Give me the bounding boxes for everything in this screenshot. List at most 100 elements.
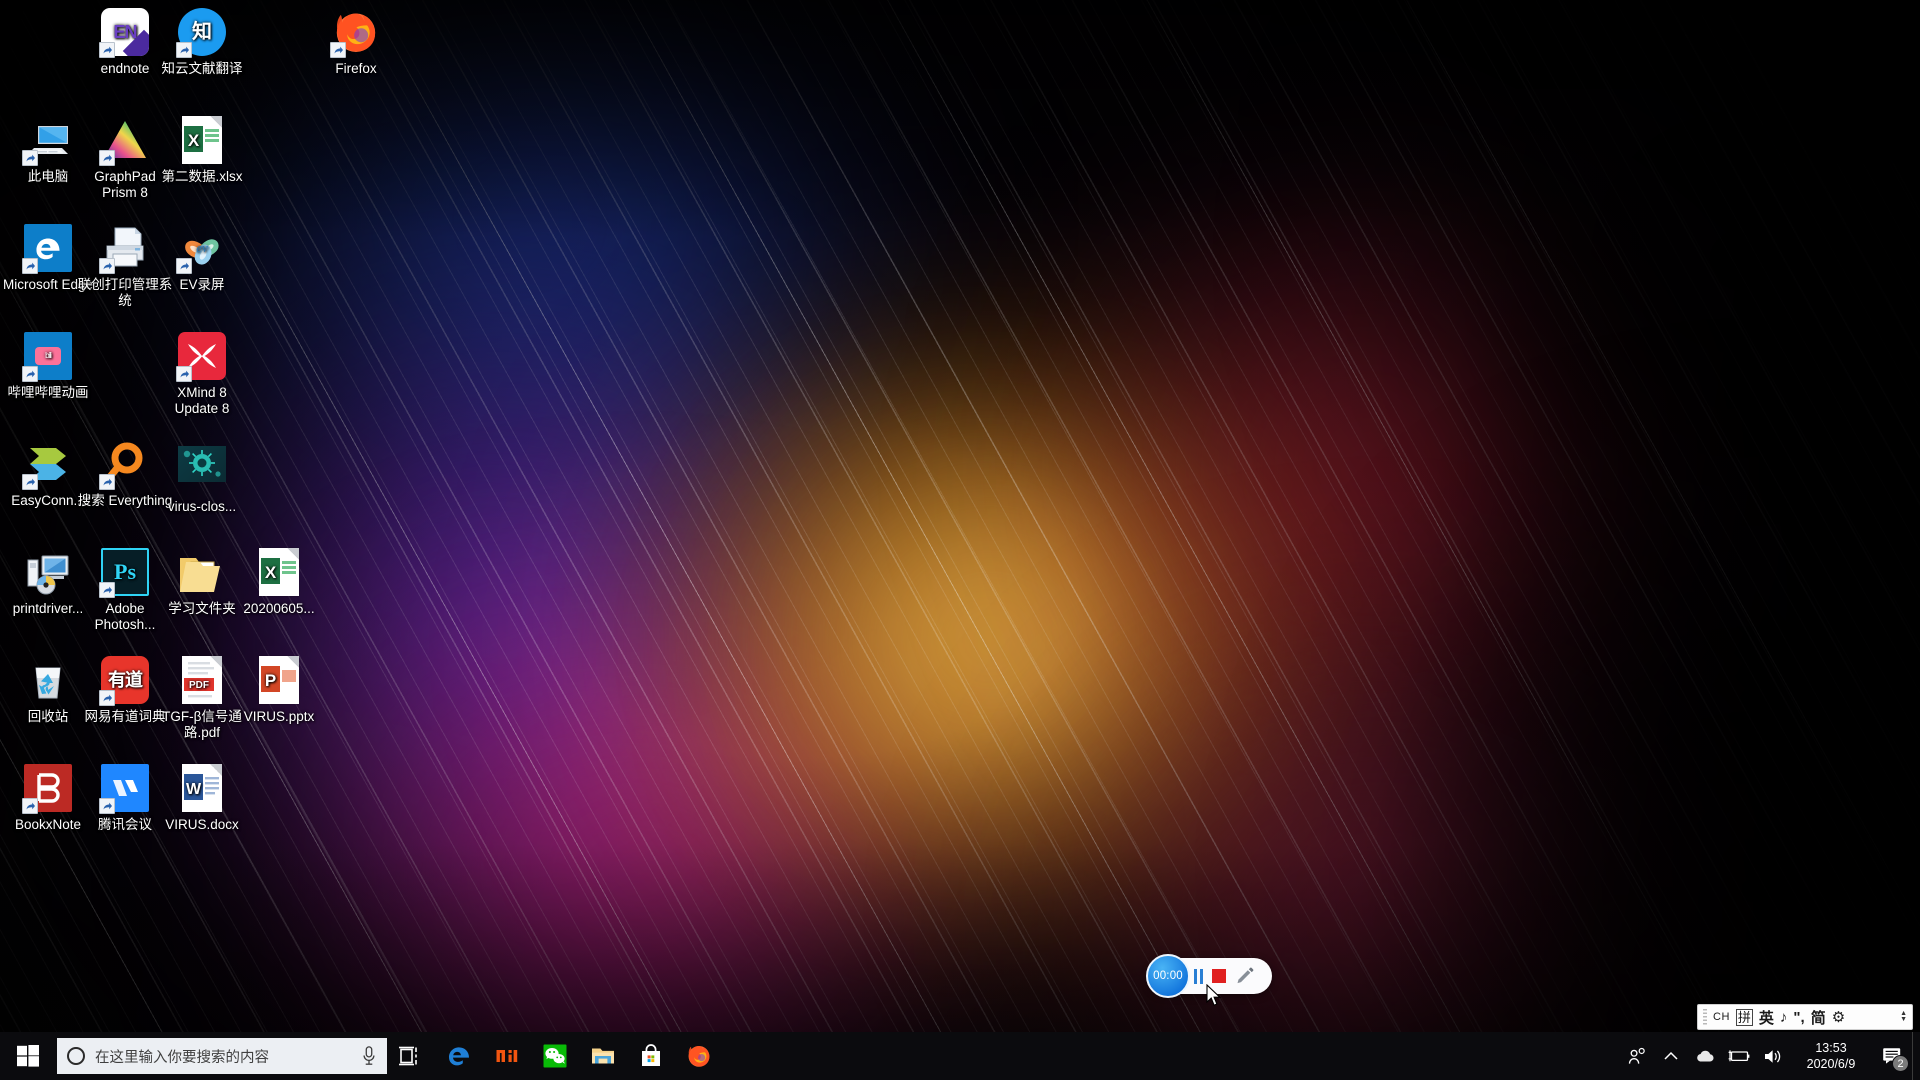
edge-icon xyxy=(22,224,72,274)
shortcut-overlay-icon xyxy=(99,690,115,706)
shortcut-overlay-icon xyxy=(176,366,192,382)
desktop-icon-bilibili[interactable]: bili 哔哩哔哩动画 xyxy=(0,332,96,401)
taskbar-button-edge[interactable] xyxy=(435,1032,483,1080)
graphpad-prism-icon xyxy=(99,116,149,166)
bilibili-icon: bili xyxy=(22,332,72,382)
xiaomi-icon xyxy=(496,1050,518,1062)
recorder-stop-button[interactable] xyxy=(1212,969,1226,983)
shortcut-overlay-icon xyxy=(99,150,115,166)
desktop-icon-label: 第二数据.xlsx xyxy=(161,169,243,184)
microsoft-store-icon xyxy=(642,1044,660,1066)
taskbar-button-xiaomi[interactable] xyxy=(483,1032,531,1080)
search-input[interactable]: 在这里输入你要搜索的内容 xyxy=(95,1046,361,1067)
desktop-icon-label: 知云文献翻译 xyxy=(161,61,243,76)
edge-icon xyxy=(449,1047,469,1066)
desktop-icon-zhiyun-translate[interactable]: 知知云文献翻译 xyxy=(154,8,250,77)
desktop-icon-powerpoint-file[interactable]: P VIRUS.pptx xyxy=(231,656,327,725)
ime-punctuation-button[interactable]: ", xyxy=(1793,1009,1804,1026)
shortcut-overlay-icon xyxy=(22,150,38,166)
ime-drag-handle[interactable] xyxy=(1703,1009,1707,1025)
youdao-dict-icon: 有道 xyxy=(99,656,149,706)
recorder-pen-icon[interactable] xyxy=(1235,966,1255,986)
battery-charging-icon[interactable] xyxy=(1722,1032,1756,1080)
ime-mode-button[interactable]: 英 xyxy=(1759,1007,1774,1028)
people-icon[interactable] xyxy=(1620,1032,1654,1080)
chevron-up-icon[interactable] xyxy=(1654,1032,1688,1080)
ime-tone-button[interactable]: ♪ xyxy=(1780,1009,1788,1026)
cloud-icon[interactable] xyxy=(1688,1032,1722,1080)
svg-text:W: W xyxy=(186,781,202,798)
desktop-icon-xmind[interactable]: XMind 8 Update 8 xyxy=(154,332,250,417)
pdf-file-icon: PDF xyxy=(178,656,226,704)
shortcut-overlay-icon xyxy=(330,42,346,58)
svg-text:PDF: PDF xyxy=(189,680,209,691)
task-view-icon xyxy=(399,1046,417,1066)
ime-language-bar[interactable]: CH 拼 英 ♪ ", 简 ⚙ ▲ ▼ xyxy=(1697,1004,1913,1030)
microphone-icon[interactable] xyxy=(361,1046,377,1066)
shortcut-overlay-icon xyxy=(22,258,38,274)
desktop-icon-label: VIRUS.docx xyxy=(165,817,239,832)
desktop-icon-excel-file[interactable]: X 第二数据.xlsx xyxy=(154,116,250,185)
taskbar[interactable]: 在这里输入你要搜索的内容 13:53 2020/6/9 2 xyxy=(0,1032,1920,1080)
recorder-pause-button[interactable] xyxy=(1194,968,1203,984)
powerpoint-file-icon: P xyxy=(255,656,303,704)
shortcut-overlay-icon xyxy=(22,474,38,490)
desktop-icon-firefox[interactable]: Firefox xyxy=(308,8,404,77)
taskbar-button-task-view[interactable] xyxy=(387,1032,435,1080)
svg-text:X: X xyxy=(188,131,200,150)
excel-file-icon: X xyxy=(255,548,303,596)
mouse-cursor xyxy=(1206,984,1222,1006)
shortcut-overlay-icon xyxy=(176,258,192,274)
shortcut-overlay-icon xyxy=(99,798,115,814)
svg-text:ev: ev xyxy=(196,240,208,255)
svg-text:X: X xyxy=(265,563,277,582)
firefox-icon xyxy=(330,8,380,58)
shortcut-overlay-icon xyxy=(176,42,192,58)
ev-recorder-icon: ev xyxy=(176,224,226,274)
xmind-icon xyxy=(176,332,226,382)
ime-chevron-icon[interactable]: ▲ ▼ xyxy=(1900,1010,1907,1023)
taskbar-button-firefox[interactable] xyxy=(675,1032,723,1080)
desktop-icon-label: virus-clos... xyxy=(167,499,237,514)
desktop-icon-excel-file[interactable]: X 20200605... xyxy=(231,548,327,617)
zhiyun-translate-icon: 知 xyxy=(176,8,226,58)
desktop-icon-grid: EN endnote 知知云文献翻译 Firefox 此电脑 GraphPad P… xyxy=(0,0,377,1000)
excel-file-icon: X xyxy=(178,116,226,164)
this-pc-icon xyxy=(22,116,72,166)
ime-charset-button[interactable]: 简 xyxy=(1811,1007,1826,1028)
taskbar-button-file-explorer[interactable] xyxy=(579,1032,627,1080)
shortcut-overlay-icon xyxy=(99,42,115,58)
desktop-icon-label: XMind 8 Update 8 xyxy=(174,385,230,416)
desktop-icon-virus-image[interactable]: virus-clos... xyxy=(154,440,250,515)
ime-language-label[interactable]: CH xyxy=(1713,1011,1730,1023)
show-desktop-button[interactable] xyxy=(1912,1032,1920,1080)
endnote-icon: EN xyxy=(99,8,149,58)
desktop-icon-word-file[interactable]: W VIRUS.docx xyxy=(154,764,250,833)
ime-settings-icon[interactable]: ⚙ xyxy=(1832,1008,1845,1026)
start-button[interactable] xyxy=(0,1032,56,1080)
taskbar-clock[interactable]: 13:53 2020/6/9 xyxy=(1790,1040,1872,1072)
virus-image-icon xyxy=(178,446,226,494)
photoshop-icon: Ps xyxy=(99,548,149,598)
shortcut-overlay-icon xyxy=(22,798,38,814)
desktop-icon-label: EV录屏 xyxy=(179,277,225,292)
easyconnect-icon xyxy=(22,440,72,490)
taskbar-search-box[interactable]: 在这里输入你要搜索的内容 xyxy=(57,1038,387,1074)
action-center-button[interactable]: 2 xyxy=(1872,1032,1912,1080)
firefox-icon xyxy=(688,1046,710,1067)
taskbar-button-wechat[interactable] xyxy=(531,1032,579,1080)
printer-icon xyxy=(99,224,149,274)
shortcut-overlay-icon xyxy=(22,366,38,382)
system-tray[interactable]: 13:53 2020/6/9 2 xyxy=(1620,1032,1920,1080)
desktop-icon-label: 哔哩哔哩动画 xyxy=(7,385,89,400)
desktop-icon-label: VIRUS.pptx xyxy=(243,709,315,724)
ime-method-button[interactable]: 拼 xyxy=(1735,1008,1753,1026)
notification-badge: 2 xyxy=(1892,1055,1909,1072)
taskbar-button-microsoft-store[interactable] xyxy=(627,1032,675,1080)
desktop-icon-ev-recorder[interactable]: ev EV录屏 xyxy=(154,224,250,293)
everything-search-icon xyxy=(99,440,149,490)
cortana-circle-icon xyxy=(67,1047,85,1065)
volume-icon[interactable] xyxy=(1756,1032,1790,1080)
svg-text:P: P xyxy=(265,671,276,690)
word-file-icon: W xyxy=(178,764,226,812)
